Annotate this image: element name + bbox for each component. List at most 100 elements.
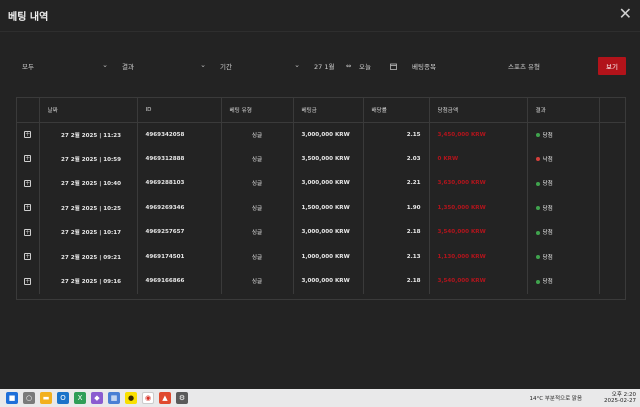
status-dot-icon: [535, 157, 540, 162]
row-win-amount: 0 KRW: [429, 146, 528, 171]
row-result-label: 당첨: [542, 230, 553, 237]
header-expand: [17, 98, 40, 123]
weather-widget[interactable]: 14°C 부분적으로 맑음: [530, 394, 583, 402]
header-win-amount: 당첨금액: [429, 98, 528, 123]
status-dot-icon: [535, 255, 540, 260]
row-odds: 2.03: [363, 146, 430, 171]
row-extra: [599, 220, 625, 245]
bet-history-window: 베팅 내역 ✕ 모두 ⌄ 결과 ⌄ 기간 ⌄ 27 1월 ⇔ 오늘 베팅종목 스…: [0, 0, 640, 389]
row-type: 싱글: [221, 146, 294, 171]
excel-icon[interactable]: X: [74, 392, 86, 404]
row-id: 4969269346: [137, 195, 222, 220]
sport-type-label: 스포츠 유형: [508, 63, 540, 71]
row-result-label: 낙첨: [542, 156, 553, 163]
expand-icon[interactable]: +: [24, 179, 32, 187]
row-date: 27 2월 2025 | 10:17: [39, 220, 138, 245]
table-row[interactable]: + 27 2월 2025 | 09:16 4969166866 싱글 3,000…: [17, 269, 625, 294]
row-type: 싱글: [221, 195, 294, 220]
table-row[interactable]: + 27 2월 2025 | 09:21 4969174501 싱글 1,000…: [17, 244, 625, 269]
row-extra: [599, 244, 625, 269]
view-button[interactable]: 보기: [598, 57, 626, 75]
expand-icon[interactable]: +: [24, 131, 32, 138]
row-stake: 1,500,000 KRW: [293, 195, 364, 220]
row-type: 싱글: [221, 220, 294, 245]
row-result-label: 당첨: [542, 279, 553, 286]
row-extra: [599, 195, 625, 220]
row-odds: 2.13: [363, 244, 430, 269]
bet-type-field[interactable]: 베팅종목: [412, 56, 502, 76]
status-dot-icon: [535, 181, 540, 186]
row-result-label: 당첨: [542, 205, 553, 212]
close-icon[interactable]: ✕: [619, 6, 632, 22]
app-icon[interactable]: ◆: [91, 392, 103, 404]
row-date: 27 2월 2025 | 10:59: [39, 146, 138, 171]
settings-icon[interactable]: ⚙: [176, 392, 188, 404]
kakaotalk-icon[interactable]: ●: [125, 392, 137, 404]
table-row[interactable]: + 27 2월 2025 | 11:23 4969342058 싱글 3,000…: [17, 122, 625, 147]
row-odds: 1.90: [363, 195, 430, 220]
start-icon[interactable]: ■: [6, 392, 18, 404]
result-select-value: 결과: [122, 63, 134, 71]
clock[interactable]: 오후 2:20 2025-02-27: [604, 392, 636, 404]
result-select[interactable]: 결과 ⌄: [122, 56, 206, 76]
clock-date: 2025-02-27: [604, 398, 636, 404]
row-odds: 2.21: [363, 171, 430, 196]
expand-icon[interactable]: +: [24, 228, 32, 236]
table-row[interactable]: + 27 2월 2025 | 10:59 4969312888 싱글 3,500…: [17, 146, 625, 171]
row-stake: 3,500,000 KRW: [293, 146, 364, 171]
chrome-icon[interactable]: ◉: [142, 392, 154, 404]
status-dot-icon: [535, 230, 540, 235]
all-select-value: 모두: [22, 63, 34, 71]
row-stake: 3,000,000 KRW: [293, 171, 364, 196]
header-bet-type: 베팅 유형: [221, 98, 294, 123]
header-stake: 베팅금: [293, 98, 364, 123]
period-select[interactable]: 기간 ⌄: [220, 56, 300, 76]
table-row[interactable]: + 27 2월 2025 | 10:25 4969269346 싱글 1,500…: [17, 195, 625, 220]
status-dot-icon: [535, 133, 540, 137]
row-id: 4969342058: [137, 122, 222, 147]
row-extra: [599, 171, 625, 196]
row-id: 4969288103: [137, 171, 222, 196]
chevron-down-icon: ⌄: [294, 61, 300, 69]
app-icon-red[interactable]: ▲: [159, 392, 171, 404]
row-date: 27 2월 2025 | 10:40: [39, 171, 138, 196]
expand-icon[interactable]: +: [24, 204, 32, 212]
sport-type-field[interactable]: 스포츠 유형: [508, 56, 588, 76]
expand-icon[interactable]: +: [24, 253, 32, 261]
row-result-label: 당첨: [542, 181, 553, 188]
row-result: 당첨: [527, 195, 600, 220]
status-dot-icon: [535, 279, 540, 284]
row-win-amount: 1,130,000 KRW: [429, 244, 528, 269]
row-result: 낙첨: [527, 146, 600, 171]
table-row[interactable]: + 27 2월 2025 | 10:40 4969288103 싱글 3,000…: [17, 171, 625, 196]
system-tray: 14°C 부분적으로 맑음 오후 2:20 2025-02-27: [530, 389, 636, 407]
row-date: 27 2월 2025 | 09:21: [39, 244, 138, 269]
date-field[interactable]: 27 1월: [314, 56, 344, 76]
weather-label: 14°C 부분적으로 맑음: [529, 396, 583, 402]
search-icon[interactable]: ○: [23, 392, 35, 404]
file-explorer-icon[interactable]: ▬: [40, 392, 52, 404]
row-id: 4969257657: [137, 220, 222, 245]
row-type: 싱글: [221, 269, 294, 294]
expand-icon[interactable]: +: [24, 155, 32, 163]
row-type: 싱글: [221, 244, 294, 269]
period-select-value: 기간: [220, 63, 232, 71]
all-select[interactable]: 모두 ⌄: [22, 56, 108, 76]
calculator-icon[interactable]: ▦: [108, 392, 120, 404]
table-row[interactable]: + 27 2월 2025 | 10:17 4969257657 싱글 3,000…: [17, 220, 625, 245]
row-result-label: 당첨: [542, 254, 553, 261]
outlook-icon[interactable]: O: [57, 392, 69, 404]
row-stake: 3,000,000 KRW: [293, 269, 364, 294]
row-date: 27 2월 2025 | 11:23: [39, 122, 138, 147]
today-button[interactable]: 오늘: [359, 56, 379, 76]
row-id: 4969174501: [137, 244, 222, 269]
calendar-icon[interactable]: [390, 56, 400, 76]
windows-taskbar: ■ ○ ▬ O X ◆ ▦ ● ◉ ▲ ⚙ 14°C 부분적으로 맑음 오후 2…: [0, 389, 640, 407]
row-type: 싱글: [221, 122, 294, 147]
expand-icon[interactable]: +: [24, 277, 32, 285]
row-odds: 2.18: [363, 269, 430, 294]
row-stake: 3,000,000 KRW: [293, 220, 364, 245]
bet-history-table: 날짜 ID 베팅 유형 베팅금 배당률 당첨금액 결과 + 27 2월 2025…: [16, 97, 626, 300]
row-extra: [599, 146, 625, 171]
row-id: 4969166866: [137, 269, 222, 294]
